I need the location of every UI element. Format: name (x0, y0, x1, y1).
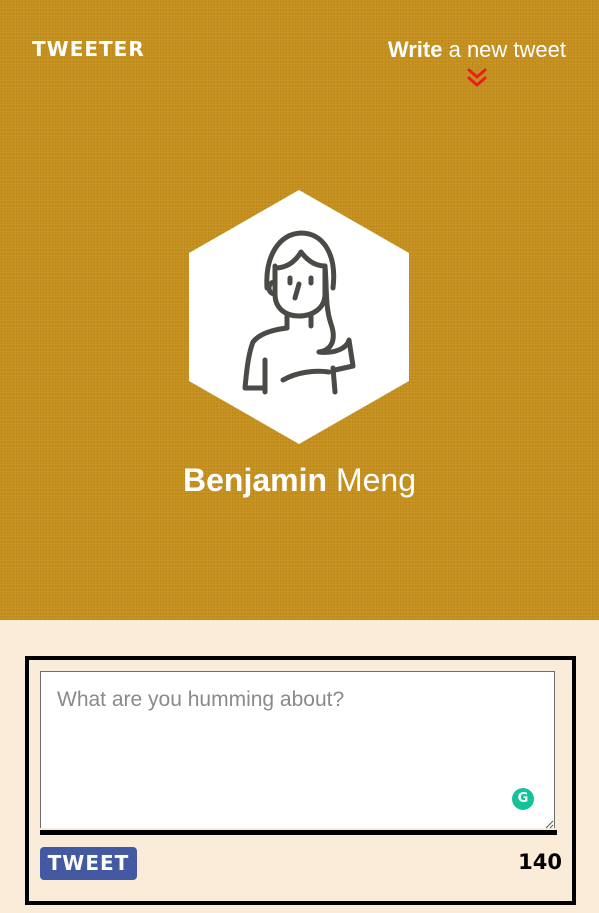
profile-first-name: Benjamin (183, 462, 328, 498)
tweet-textarea[interactable] (40, 671, 555, 828)
character-counter: 140 (518, 850, 562, 874)
profile-last-name: Meng (327, 462, 416, 498)
tweet-button[interactable]: TWEET (40, 847, 137, 880)
write-new-tweet-link[interactable]: Write a new tweet (388, 37, 566, 63)
tweet-composer: G TWEET 140 (25, 656, 576, 905)
app-logo[interactable]: TWEETER (32, 36, 145, 62)
resize-handle-icon[interactable] (545, 820, 554, 829)
double-chevron-down-icon[interactable] (466, 67, 488, 89)
write-label: Write (387, 37, 443, 62)
header-banner: TWEETER Write a new tweet Benjamin Meng (0, 0, 599, 620)
grammarly-icon[interactable]: G (512, 788, 534, 810)
profile-name: Benjamin Meng (0, 460, 599, 500)
textarea-underline (40, 830, 557, 835)
person-avatar-icon (189, 190, 409, 444)
new-tweet-label: a new tweet (442, 37, 566, 62)
